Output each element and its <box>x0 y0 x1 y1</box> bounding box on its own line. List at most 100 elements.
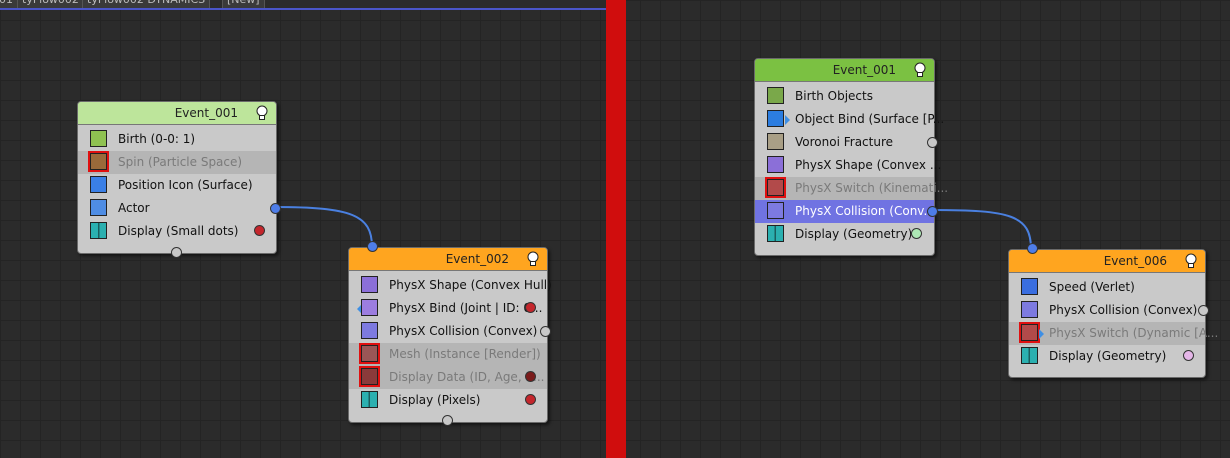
operator-spin[interactable]: Spin (Particle Space) <box>78 151 276 174</box>
input-port[interactable] <box>1027 243 1038 254</box>
display-icon <box>1021 347 1038 364</box>
operator-label: Display Data (ID, Age, E... <box>389 370 545 384</box>
physx-bind-icon <box>361 299 378 316</box>
operator-label: Voronoi Fracture <box>795 135 894 149</box>
operator-label: PhysX Bind (Joint | ID: 0... <box>389 301 543 315</box>
display-color-swatch[interactable] <box>525 371 536 382</box>
node-header[interactable]: Event_001 <box>755 59 934 82</box>
output-port[interactable] <box>1198 305 1209 316</box>
operator-label: Spin (Particle Space) <box>118 155 243 169</box>
operator-label: Birth (0-0: 1) <box>118 132 196 146</box>
operator-physx-shape[interactable]: PhysX Shape (Convex Hull) <box>349 274 552 297</box>
operator-label: PhysX Shape (Convex Hull) <box>389 278 552 292</box>
operator-object-bind[interactable]: Object Bind (Surface [P... <box>755 108 944 131</box>
position-icon <box>90 176 107 193</box>
event-node-event001-right[interactable]: Event_001 Birth Objects Object Bind (Sur… <box>754 58 948 256</box>
display-data-icon <box>359 366 380 387</box>
operator-mesh[interactable]: Mesh (Instance [Render]) <box>349 343 547 366</box>
display-icon <box>361 391 378 408</box>
display-color-swatch[interactable] <box>525 394 536 405</box>
node-header[interactable]: Event_006 <box>1009 250 1205 273</box>
actor-icon <box>90 199 107 216</box>
physx-collision-icon <box>767 202 784 219</box>
operator-display-data[interactable]: Display Data (ID, Age, E... <box>349 366 547 389</box>
operator-physx-switch[interactable]: PhysX Switch (Kinemati... <box>755 177 948 200</box>
operator-label: PhysX Switch (Kinemati... <box>795 181 949 195</box>
display-color-swatch[interactable] <box>525 302 536 313</box>
link-arrow-icon <box>785 115 790 125</box>
operator-display[interactable]: Display (Geometry) <box>1009 345 1205 368</box>
input-port[interactable] <box>367 241 378 252</box>
display-color-swatch[interactable] <box>911 228 922 239</box>
operator-physx-collision[interactable]: PhysX Collision (Convex) <box>349 320 551 343</box>
operator-label: Mesh (Instance [Render]) <box>389 347 541 361</box>
lightbulb-icon[interactable] <box>913 62 927 78</box>
operator-label: PhysX Switch (Dynamic [A... <box>1049 326 1219 340</box>
bottom-port[interactable] <box>442 415 453 426</box>
node-title: Event_001 <box>174 106 238 120</box>
event-node-event002[interactable]: Event_002 PhysX Shape (Convex Hull) Phys… <box>348 241 552 426</box>
mesh-icon <box>359 343 380 364</box>
voronoi-icon <box>767 133 784 150</box>
operator-actor[interactable]: Actor <box>78 197 276 220</box>
wire-event001-to-event002 <box>273 206 373 248</box>
operator-physx-collision[interactable]: PhysX Collision (Convex) <box>1009 299 1209 322</box>
speed-icon <box>1021 278 1038 295</box>
operator-display[interactable]: Display (Small dots) <box>78 220 276 243</box>
lightbulb-icon[interactable] <box>1184 253 1198 269</box>
bottom-port[interactable] <box>171 247 182 258</box>
operator-label: Display (Geometry) <box>795 227 913 241</box>
physx-collision-icon <box>361 322 378 339</box>
operator-label: PhysX Shape (Convex ... <box>795 158 942 172</box>
operator-label: Position Icon (Surface) <box>118 178 253 192</box>
display-icon <box>90 222 107 239</box>
display-icon <box>767 225 784 242</box>
operator-voronoi-fracture[interactable]: Voronoi Fracture <box>755 131 938 154</box>
operator-label: PhysX Collision (Convex) <box>1049 303 1198 317</box>
display-color-swatch[interactable] <box>254 225 265 236</box>
operator-label: Object Bind (Surface [P... <box>795 112 945 126</box>
node-title: Event_006 <box>1103 254 1167 268</box>
operator-birth-objects[interactable]: Birth Objects <box>755 85 934 108</box>
operator-birth[interactable]: Birth (0-0: 1) <box>78 128 276 151</box>
output-port[interactable] <box>540 326 551 337</box>
operator-label: Display (Small dots) <box>118 224 239 238</box>
operator-label: Display (Pixels) <box>389 393 481 407</box>
output-port[interactable] <box>927 206 938 217</box>
output-port[interactable] <box>927 137 938 148</box>
operator-label: Speed (Verlet) <box>1049 280 1135 294</box>
operator-label: PhysX Collision (Conv... <box>795 204 935 218</box>
spin-icon <box>88 151 109 172</box>
output-port[interactable] <box>270 203 281 214</box>
operator-display[interactable]: Display (Geometry) <box>755 223 934 246</box>
physx-switch-icon <box>765 177 786 198</box>
physx-collision-icon <box>1021 301 1038 318</box>
object-bind-icon <box>767 110 784 127</box>
node-header[interactable]: Event_002 <box>349 248 547 271</box>
operator-physx-shape[interactable]: PhysX Shape (Convex ... <box>755 154 941 177</box>
operator-position-icon[interactable]: Position Icon (Surface) <box>78 174 276 197</box>
event-node-event006[interactable]: Event_006 Speed (Verlet) PhysX Collision… <box>1008 243 1218 378</box>
physx-shape-icon <box>767 156 784 173</box>
physx-shape-icon <box>361 276 378 293</box>
operator-display[interactable]: Display (Pixels) <box>349 389 547 412</box>
operator-physx-collision[interactable]: PhysX Collision (Conv... <box>755 200 938 223</box>
lightbulb-icon[interactable] <box>255 105 269 121</box>
node-header[interactable]: Event_001 <box>78 102 276 125</box>
node-title: Event_001 <box>832 63 896 77</box>
operator-label: PhysX Collision (Convex) <box>389 324 538 338</box>
link-arrow-icon <box>1039 329 1044 339</box>
display-color-swatch[interactable] <box>1183 350 1194 361</box>
operator-label: Birth Objects <box>795 89 873 103</box>
operator-label: Actor <box>118 201 150 215</box>
operator-label: Display (Geometry) <box>1049 349 1167 363</box>
event-node-event001-left[interactable]: Event_001 Birth (0-0: 1) Spin (Particle … <box>77 101 281 258</box>
birth-icon <box>90 130 107 147</box>
physx-switch-icon <box>1019 322 1040 343</box>
operator-physx-switch[interactable]: PhysX Switch (Dynamic [A... <box>1009 322 1218 345</box>
node-title: Event_002 <box>445 252 509 266</box>
birth-objects-icon <box>767 87 784 104</box>
operator-physx-bind[interactable]: PhysX Bind (Joint | ID: 0... <box>349 297 547 320</box>
lightbulb-icon[interactable] <box>526 251 540 267</box>
operator-speed[interactable]: Speed (Verlet) <box>1009 276 1205 299</box>
